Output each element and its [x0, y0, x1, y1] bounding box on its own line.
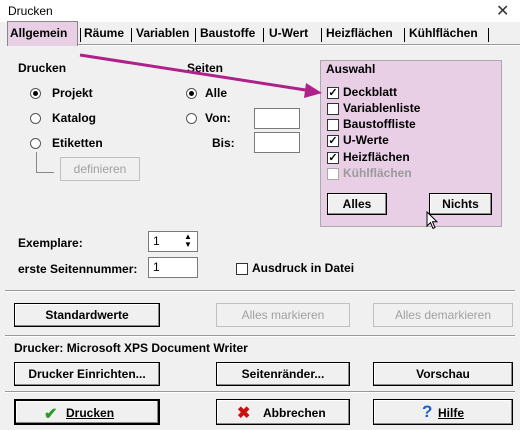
checkbox-print-to-file[interactable]: [236, 263, 248, 275]
printer-label: Drucker: Microsoft XPS Document Writer: [14, 341, 248, 355]
drucken-button-label: Drucken: [66, 406, 115, 420]
abbrechen-button[interactable]: ✖ Abbrechen: [216, 399, 350, 425]
separator-highlight: [5, 291, 515, 292]
standardwerte-button[interactable]: Standardwerte: [14, 303, 160, 327]
drucker-einrichten-button[interactable]: Drucker Einrichten...: [14, 362, 160, 386]
separator-highlight: [5, 336, 515, 337]
help-icon: ?: [422, 402, 433, 421]
alles-demarkieren-button[interactable]: Alles demarkieren: [373, 303, 513, 327]
hilfe-button[interactable]: ? Hilfe: [373, 399, 513, 425]
seitenraender-button[interactable]: Seitenränder...: [216, 362, 350, 386]
checkbox-print-to-file-label[interactable]: Ausdruck in Datei: [252, 261, 354, 275]
vorschau-button[interactable]: Vorschau: [373, 362, 513, 386]
copies-spinner-icon[interactable]: ▲ ▼: [181, 233, 195, 250]
first-page-input[interactable]: 1: [148, 257, 198, 278]
check-icon: ✔: [44, 406, 58, 423]
alles-markieren-button[interactable]: Alles markieren: [216, 303, 350, 327]
hilfe-button-label: Hilfe: [438, 406, 465, 420]
separator-highlight: [5, 392, 515, 393]
first-page-label: erste Seitennummer:: [18, 262, 138, 276]
drucken-button[interactable]: ✔ Drucken: [14, 399, 160, 425]
abbrechen-button-label: Abbrechen: [263, 406, 326, 420]
cancel-icon: ✖: [237, 405, 251, 422]
copies-label: Exemplare:: [18, 236, 83, 250]
